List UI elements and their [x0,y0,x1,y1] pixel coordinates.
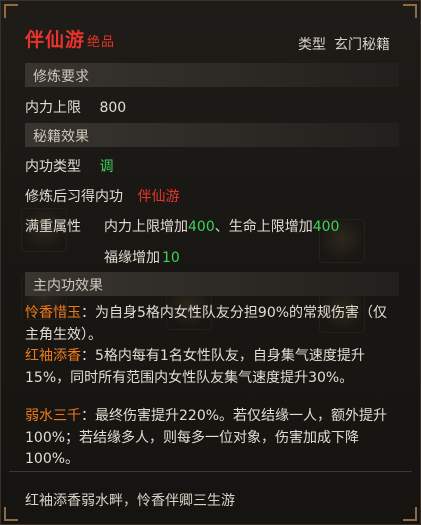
item-type: 类型 玄门秘籍 [298,34,390,54]
attr-value: 400 [312,219,340,235]
neigong-type-value: 调 [99,159,114,175]
attr-value: 10 [162,250,180,266]
flavor-text: 红袖添香弱水畔，怜香伴卿三生游 [25,493,235,509]
corner-ornament [4,507,18,521]
section-header-main-effects: 主内功效果 [25,272,399,296]
divider [9,471,412,472]
effect-entry: 红袖添香：5格内每有1名女性队友，自身集气速度提升15%，同时所有范围内女性队友… [25,346,397,389]
effect-name: 红袖添香 [25,348,81,364]
item-title: 伴仙游 绝品 [25,25,115,52]
neigong-type-label: 内功类型 [25,159,81,175]
effect-name: 弱水三千 [25,408,81,424]
corner-ornament [403,507,417,521]
learned-skill-row: 修炼后习得内功 伴仙游 [25,186,179,206]
section-title: 秘籍效果 [33,129,89,145]
full-attr-line-1: 内力上限增加400、生命上限增加400 [104,216,339,236]
effect-entry: 弱水三千：最终伤害提升220%。若仅结缘一人，额外提升100%；若结缘多人，则每… [25,406,397,471]
attr-text: 福缘增加 [104,250,160,266]
neigong-type-row: 内功类型 调 [25,156,113,176]
learned-label: 修炼后习得内功 [25,189,123,205]
attr-text: 生命上限增加 [228,219,313,235]
full-attr-line-2: 福缘增加 10 [104,247,180,267]
section-title: 修炼要求 [33,69,89,85]
type-label: 类型 [298,37,326,53]
corner-ornament [403,4,417,18]
inner-power-value: 800 [99,100,127,116]
attr-separator: 、 [214,219,229,235]
item-tooltip: 伴仙游 绝品 类型 玄门秘籍 修炼要求 内力上限 800 秘籍效果 内功类型 调 修… [0,0,421,525]
corner-ornament [4,4,18,18]
attr-text: 内力上限增加 [104,219,188,235]
requirement-row: 内力上限 800 [25,97,126,117]
section-title: 主内功效果 [33,278,103,294]
effect-name: 怜香惜玉 [25,305,81,321]
type-value: 玄门秘籍 [334,37,390,53]
item-grade: 绝品 [87,35,116,50]
section-header-effects: 秘籍效果 [25,123,399,147]
full-attr-label: 满重属性 [25,219,81,235]
section-header-requirements: 修炼要求 [25,63,399,87]
attr-value: 400 [188,219,215,235]
learned-value: 伴仙游 [137,189,180,205]
item-name: 伴仙游 [25,29,86,51]
inner-power-label: 内力上限 [25,100,81,116]
effect-entry: 怜香惜玉：为自身5格内女性队友分担90%的常规伤害（仅主角生效）。 [25,303,397,346]
